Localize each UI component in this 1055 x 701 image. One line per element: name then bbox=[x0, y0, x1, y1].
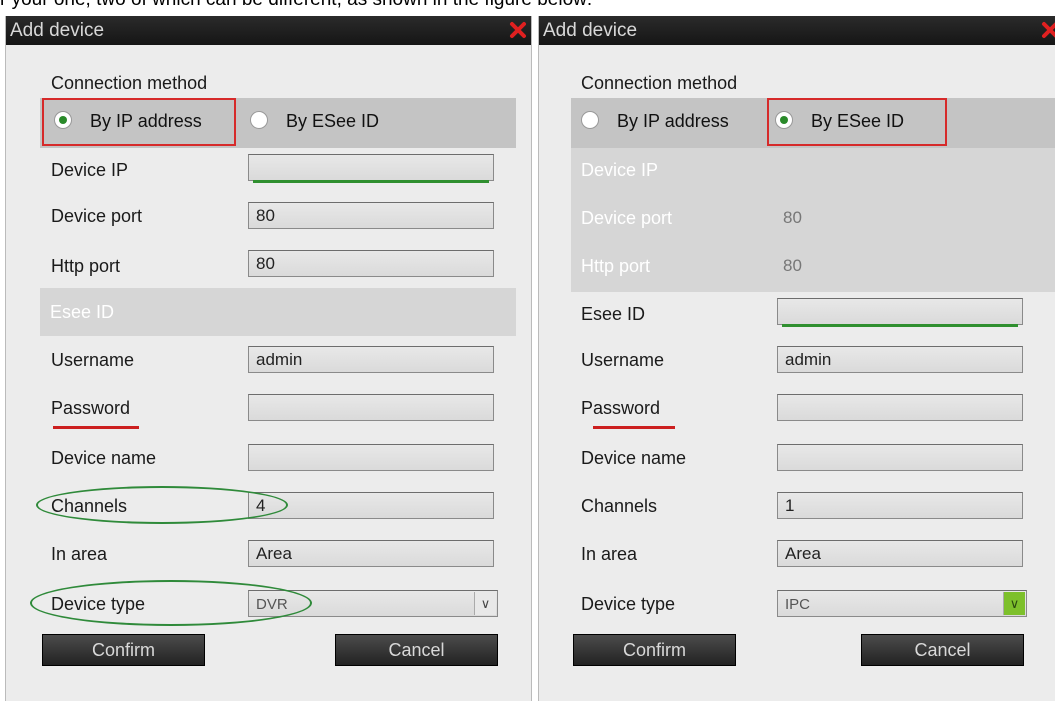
http-port-label: Http port bbox=[51, 256, 121, 276]
device-port-label: Device port bbox=[51, 206, 143, 226]
caption-text: r your one, two of which can be differen… bbox=[0, 0, 1055, 12]
dialog-title: Add device bbox=[543, 20, 638, 41]
channels-input[interactable]: 1 bbox=[777, 492, 1023, 519]
in-area-label: In area bbox=[51, 544, 108, 564]
device-type-label: Device type bbox=[581, 594, 676, 614]
device-ip-label: Device IP bbox=[581, 160, 659, 180]
dialog-titlebar: Add device bbox=[6, 16, 531, 45]
cancel-button[interactable]: Cancel bbox=[335, 634, 498, 666]
device-ip-input[interactable] bbox=[248, 154, 494, 183]
password-underline bbox=[593, 426, 675, 429]
in-area-input[interactable]: Area bbox=[248, 540, 494, 567]
dialog-titlebar: Add device bbox=[539, 16, 1055, 45]
password-label: Password bbox=[581, 398, 661, 418]
radio-unselected-icon bbox=[581, 111, 599, 129]
in-area-label: In area bbox=[581, 544, 638, 564]
password-underline bbox=[53, 426, 139, 429]
device-port-input[interactable]: 80 bbox=[248, 202, 494, 229]
highlight-box bbox=[767, 98, 947, 146]
http-port-value: 80 bbox=[783, 256, 802, 275]
device-port-value: 80 bbox=[783, 208, 802, 227]
radio-unselected-icon bbox=[250, 111, 268, 129]
device-name-label: Device name bbox=[581, 448, 687, 468]
in-area-input[interactable]: Area bbox=[777, 540, 1023, 567]
http-port-label: Http port bbox=[581, 256, 651, 276]
chevron-down-icon[interactable]: ∨ bbox=[474, 592, 496, 615]
device-name-input[interactable] bbox=[777, 444, 1023, 471]
confirm-button[interactable]: Confirm bbox=[42, 634, 205, 666]
esee-id-disabled-row: Esee ID bbox=[40, 288, 516, 336]
cancel-button[interactable]: Cancel bbox=[861, 634, 1024, 666]
annotation-ellipse bbox=[30, 580, 312, 626]
dialog-title: Add device bbox=[10, 20, 105, 41]
username-input[interactable]: admin bbox=[248, 346, 494, 373]
device-port-label: Device port bbox=[581, 208, 673, 228]
add-device-dialog-esee: Add device Connection method By IP addre… bbox=[538, 16, 1055, 701]
device-name-input[interactable] bbox=[248, 444, 494, 471]
confirm-button[interactable]: Confirm bbox=[573, 634, 736, 666]
username-label: Username bbox=[581, 350, 665, 370]
ip-fields-disabled-block: Device IP Device port 80 Http port 80 bbox=[571, 148, 1055, 292]
radio-by-ip[interactable]: By IP address bbox=[581, 98, 729, 144]
device-type-select[interactable]: IPC ∨ bbox=[777, 590, 1027, 617]
password-input[interactable] bbox=[777, 394, 1023, 421]
channels-label: Channels bbox=[581, 496, 658, 516]
annotation-ellipse bbox=[36, 486, 288, 524]
esee-id-input[interactable] bbox=[777, 298, 1023, 327]
highlight-box bbox=[42, 98, 236, 146]
esee-id-label: Esee ID bbox=[581, 304, 646, 324]
radio-by-esee-label: By ESee ID bbox=[286, 111, 380, 131]
close-x-icon[interactable] bbox=[509, 21, 527, 39]
device-ip-label: Device IP bbox=[51, 160, 129, 180]
radio-by-ip-label: By IP address bbox=[617, 111, 729, 131]
http-port-input[interactable]: 80 bbox=[248, 250, 494, 277]
close-x-icon[interactable] bbox=[1041, 21, 1055, 39]
esee-id-label: Esee ID bbox=[50, 302, 115, 322]
username-input[interactable]: admin bbox=[777, 346, 1023, 373]
username-label: Username bbox=[51, 350, 135, 370]
radio-by-esee[interactable]: By ESee ID bbox=[250, 98, 379, 144]
chevron-down-icon[interactable]: ∨ bbox=[1003, 592, 1025, 615]
password-label: Password bbox=[51, 398, 131, 418]
password-input[interactable] bbox=[248, 394, 494, 421]
device-type-value: IPC bbox=[785, 596, 811, 613]
device-name-label: Device name bbox=[51, 448, 157, 468]
add-device-dialog-ip: Add device Connection method By IP addre… bbox=[5, 16, 532, 701]
